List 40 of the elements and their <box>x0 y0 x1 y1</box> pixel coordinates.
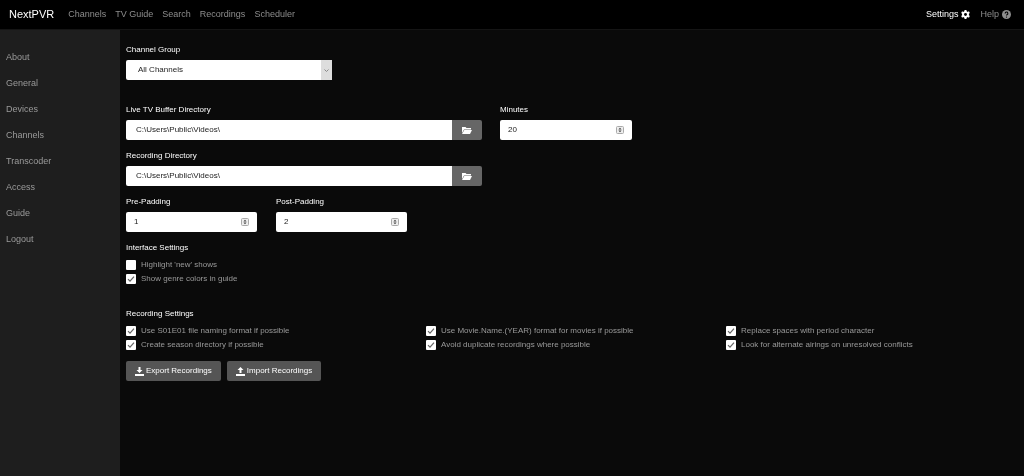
sidebar-item[interactable]: Logout <box>0 227 120 253</box>
checkbox-option[interactable]: Create season directory if possible <box>126 338 426 352</box>
field-label: Pre-Padding <box>126 196 172 208</box>
checkbox-option[interactable]: Replace spaces with period character <box>726 324 1014 338</box>
nav-link[interactable]: TV Guide <box>115 7 154 22</box>
field-label: Post-Padding <box>276 196 326 208</box>
number-field[interactable]: 2 <box>276 212 407 232</box>
sidebar-item[interactable]: Devices <box>0 97 120 123</box>
field-label: Recording Directory <box>126 150 198 162</box>
sidebar-item[interactable]: Channels <box>0 123 120 149</box>
field-label: Channel Group <box>126 44 182 56</box>
nav-link[interactable]: Channels <box>68 7 107 22</box>
field-label: Minutes <box>500 104 529 116</box>
action-button[interactable]: Export Recordings <box>126 361 221 381</box>
checkbox-option[interactable]: Avoid duplicate recordings where possible <box>426 338 726 352</box>
checkbox-option[interactable]: Show genre colors in guide <box>126 272 1024 286</box>
nav-link[interactable]: Recordings <box>199 7 246 22</box>
number-field[interactable]: 20 <box>500 120 632 140</box>
number-field[interactable]: 1 <box>126 212 257 232</box>
checkbox-option[interactable]: Highlight 'new' shows <box>126 258 1024 272</box>
directory-field[interactable]: C:\Users\Public\Videos\ <box>126 120 452 140</box>
directory-field[interactable]: C:\Users\Public\Videos\ <box>126 166 452 186</box>
nav-link[interactable]: Scheduler <box>254 7 295 22</box>
select-field[interactable]: All Channels <box>126 60 332 80</box>
section-title: Interface Settings <box>126 242 190 254</box>
sidebar-item[interactable]: About <box>0 45 120 71</box>
sidebar-item[interactable]: General <box>0 71 120 97</box>
sidebar-item[interactable]: Access <box>0 175 120 201</box>
nav-link[interactable]: Help <box>980 7 1011 22</box>
checkbox-option[interactable]: Use Movie.Name.(YEAR) format for movies if possible <box>426 324 726 338</box>
checkbox-option[interactable]: Use S01E01 file naming format if possible <box>126 324 426 338</box>
action-button[interactable]: Import Recordings <box>226 361 322 381</box>
section-title: Recording Settings <box>126 308 195 320</box>
sidebar-item[interactable]: Guide <box>0 201 120 227</box>
nav-link[interactable]: Settings <box>925 7 971 22</box>
nav-link[interactable]: Search <box>162 7 191 22</box>
field-label: Live TV Buffer Directory <box>126 104 212 116</box>
checkbox-option[interactable]: Look for alternate airings on unresolved conflicts <box>726 338 1014 352</box>
sidebar-item[interactable]: Transcoder <box>0 149 120 175</box>
brand-link[interactable]: NextPVR <box>9 6 55 23</box>
